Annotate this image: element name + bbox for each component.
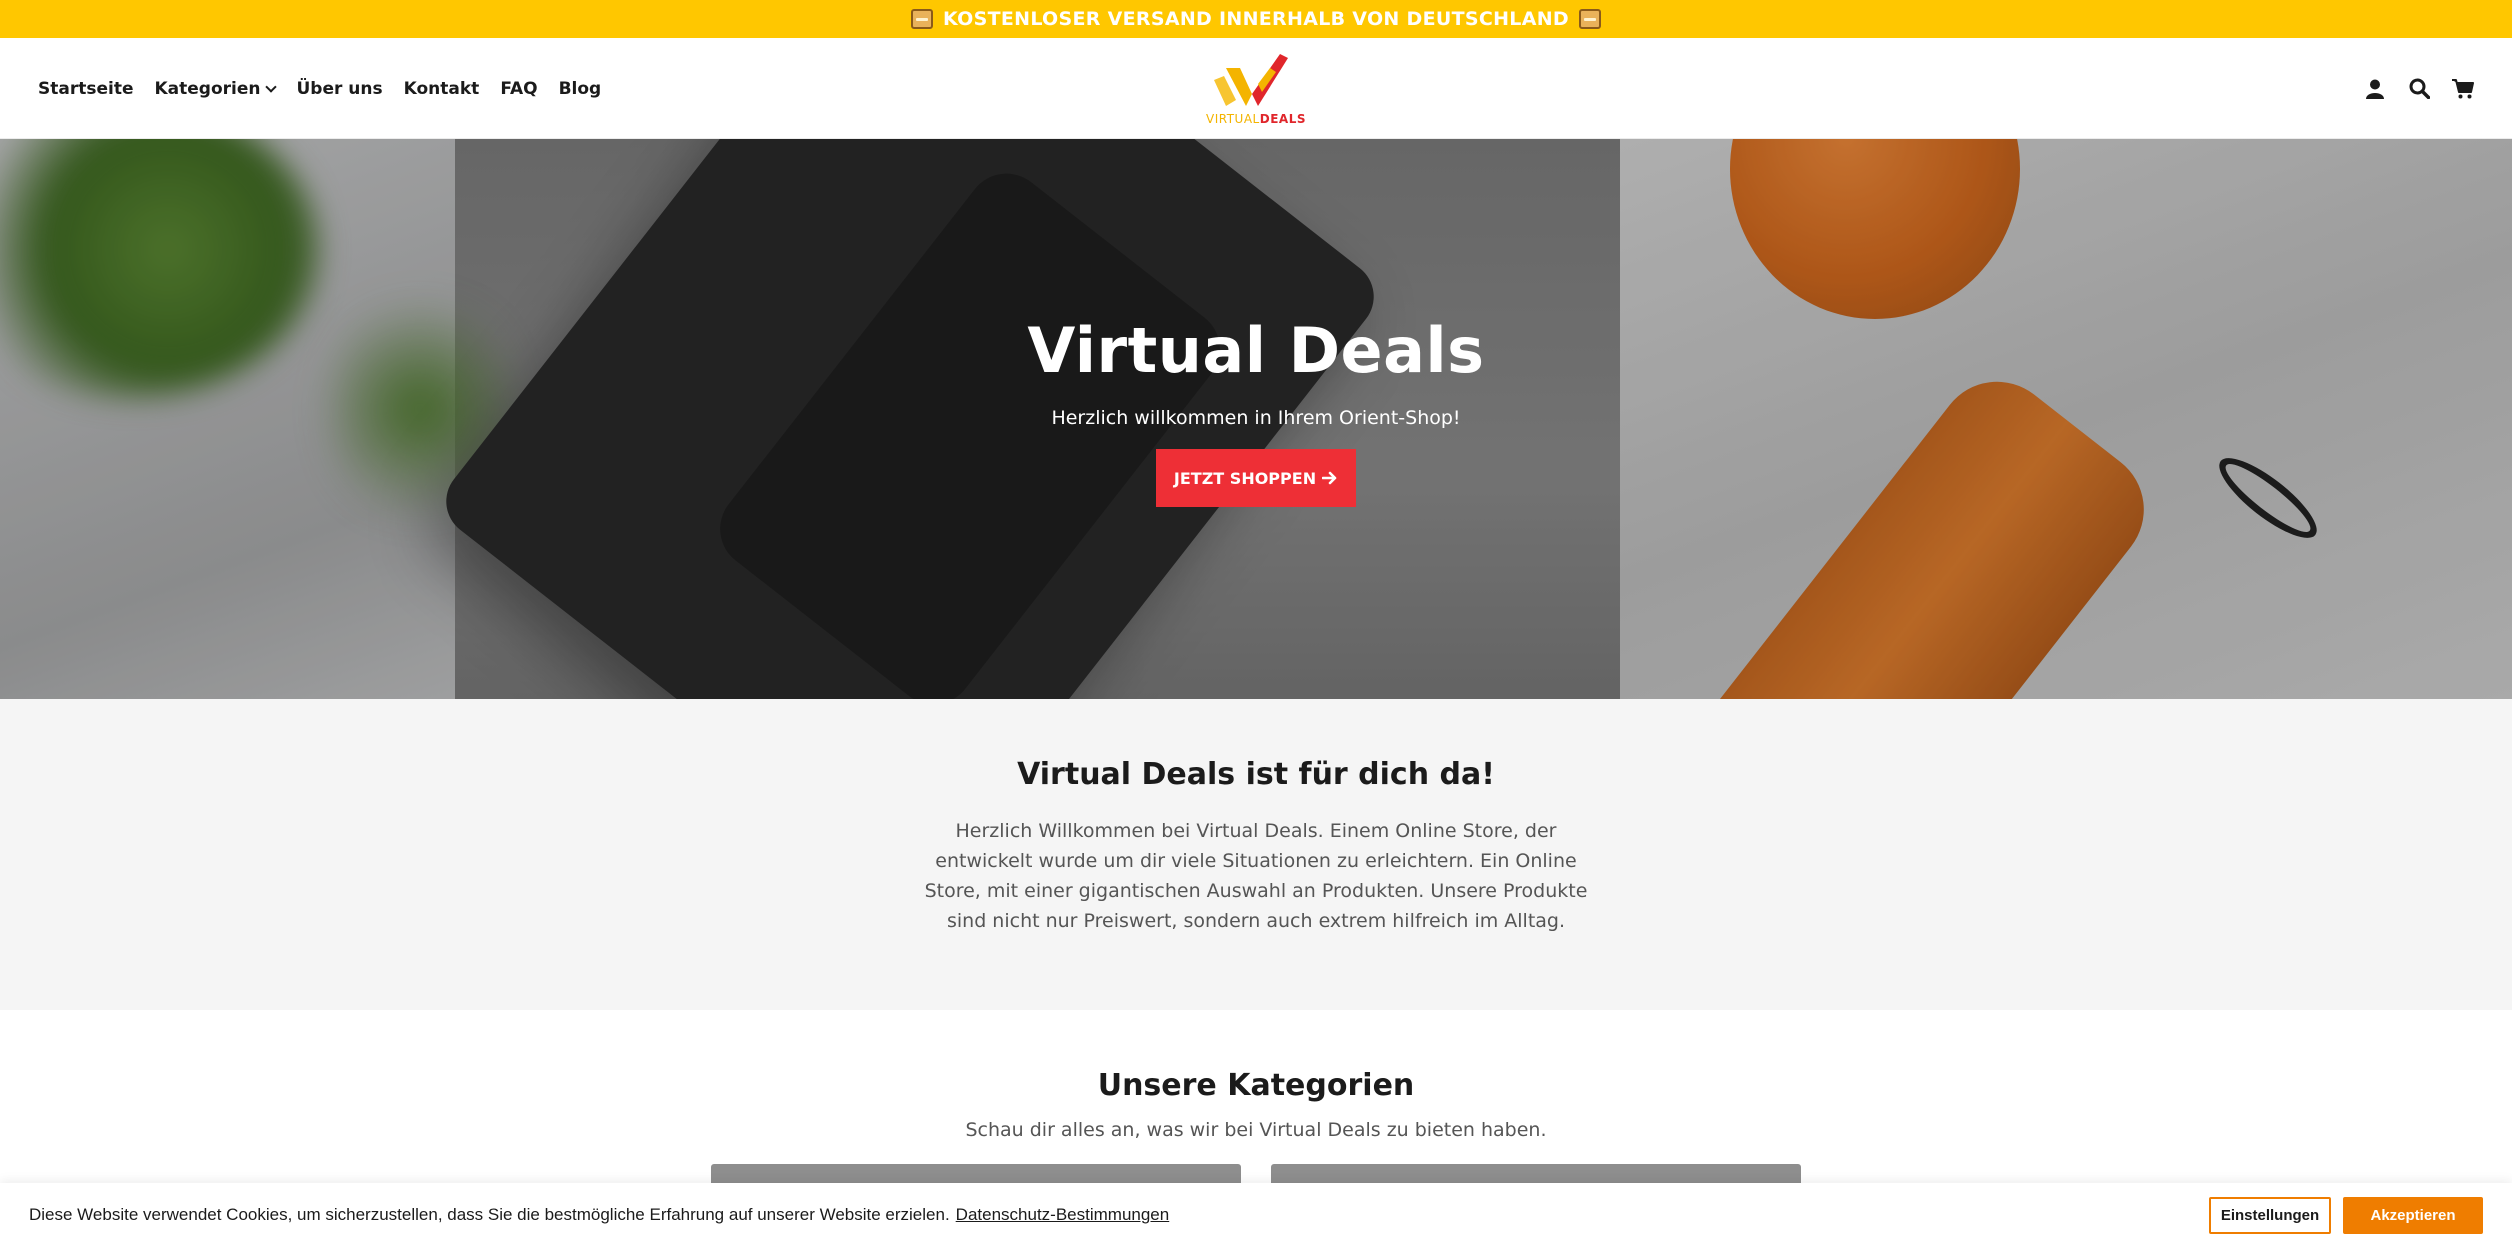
privacy-policy-link[interactable]: Datenschutz-Bestimmungen [956, 1205, 1170, 1225]
nav-item-faq[interactable]: FAQ [500, 79, 537, 99]
intro-section: Virtual Deals ist für dich da! Herzlich … [0, 699, 2512, 1010]
nav-item-kontakt[interactable]: Kontakt [404, 79, 480, 99]
header-icons [2364, 38, 2474, 139]
logo-word-virtual: VIRTUAL [1206, 112, 1260, 126]
shop-now-label: JETZT SHOPPEN [1173, 468, 1317, 488]
account-icon[interactable] [2364, 78, 2386, 100]
cookie-text: Diese Website verwendet Cookies, um sich… [29, 1205, 950, 1224]
arrow-right-icon [1322, 471, 1337, 485]
categories-subtitle: Schau dir alles an, was wir bei Virtual … [965, 1119, 1547, 1141]
hero-content: Virtual Deals Herzlich willkommen in Ihr… [0, 139, 2512, 699]
nav-item-startseite[interactable]: Startseite [38, 79, 133, 99]
nav-item-kategorien[interactable]: Kategorien [154, 78, 278, 99]
announcement-text: KOSTENLOSER VERSAND INNERHALB VON DEUTSC… [942, 8, 1569, 30]
announcement-bar: KOSTENLOSER VERSAND INNERHALB VON DEUTSC… [0, 0, 2512, 38]
intro-text: Herzlich Willkommen bei Virtual Deals. E… [924, 820, 1588, 932]
cookie-settings-button[interactable]: Einstellungen [2209, 1196, 2331, 1234]
site-logo[interactable]: VIRTUALDEALS [1196, 54, 1316, 126]
cookie-accept-button[interactable]: Akzeptieren [2343, 1196, 2483, 1234]
shop-now-button[interactable]: JETZT SHOPPEN [1156, 449, 1356, 507]
site-header: Startseite Kategorien Über uns Kontakt F… [0, 38, 2512, 139]
logo-mark-icon [1214, 54, 1288, 106]
cookie-banner: Diese Website verwendet Cookies, um sich… [0, 1183, 2512, 1247]
package-emoji-icon [910, 9, 933, 29]
hero-title: Virtual Deals [1027, 314, 1485, 387]
logo-word-deals: DEALS [1259, 112, 1306, 126]
nav-item-ueber-uns[interactable]: Über uns [296, 79, 382, 99]
intro-title: Virtual Deals ist für dich da! [1017, 757, 1495, 792]
hero-banner: Virtual Deals Herzlich willkommen in Ihr… [0, 139, 2512, 699]
main-nav: Startseite Kategorien Über uns Kontakt F… [38, 38, 601, 139]
nav-item-blog[interactable]: Blog [559, 79, 602, 99]
package-emoji-icon [1579, 9, 1601, 29]
categories-title: Unsere Kategorien [1097, 1068, 1415, 1103]
nav-item-label: Kategorien [154, 78, 261, 99]
cart-icon[interactable] [2452, 78, 2474, 100]
hero-subtitle: Herzlich willkommen in Ihrem Orient-Shop… [1051, 407, 1461, 429]
chevron-down-icon [265, 80, 278, 93]
search-icon[interactable] [2408, 78, 2430, 100]
